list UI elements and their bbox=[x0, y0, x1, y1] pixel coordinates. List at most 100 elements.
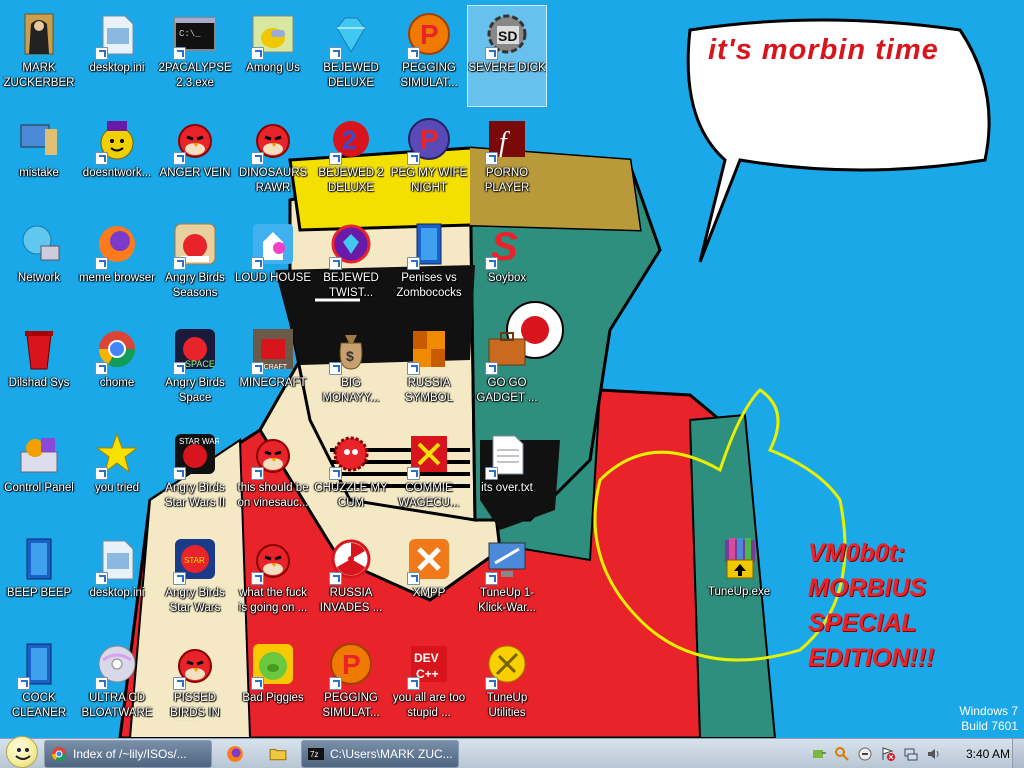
svg-text:7z: 7z bbox=[310, 750, 318, 759]
show-desktop-button[interactable] bbox=[1012, 739, 1024, 768]
shortcut-arrow-icon bbox=[485, 257, 498, 270]
desktop-icon[interactable]: BEJEWED TWIST... bbox=[312, 216, 390, 316]
shortcut-arrow-icon bbox=[95, 152, 108, 165]
windows-watermark: Windows 7 Build 7601 bbox=[959, 704, 1018, 734]
desktop-icon[interactable]: BEJEWED DELUXE bbox=[312, 6, 390, 106]
desktop-icon[interactable]: ECRAFT MINECRAFT bbox=[234, 321, 312, 421]
settings-file-icon bbox=[93, 10, 141, 60]
desktop-icon[interactable]: 2 BEJEWED 2 DELUXE bbox=[312, 111, 390, 211]
network-icon[interactable] bbox=[903, 746, 919, 762]
firefox-icon bbox=[227, 745, 243, 762]
desktop-icon[interactable]: mistake bbox=[0, 111, 78, 211]
desktop-icon[interactable]: chome bbox=[78, 321, 156, 421]
shortcut-arrow-icon bbox=[173, 362, 186, 375]
desktop-icon[interactable]: this should be on vinesauc... bbox=[234, 426, 312, 526]
icon-label: TuneUp.exe bbox=[707, 586, 771, 598]
desktop-icon[interactable]: Dilshad Sys bbox=[0, 321, 78, 421]
icon-label: TuneUp 1-Klick-War... bbox=[478, 587, 536, 614]
desktop-icon[interactable]: GO GO GADGET ... bbox=[468, 321, 546, 421]
desktop-icon[interactable]: TuneUp Utilities bbox=[468, 636, 546, 736]
icon-label: its over.txt bbox=[481, 482, 533, 494]
desktop-icon[interactable]: BEEP BEEP bbox=[0, 531, 78, 631]
search-icon[interactable] bbox=[834, 746, 850, 762]
shortcut-arrow-icon bbox=[407, 572, 420, 585]
clock[interactable]: 3:40 AM bbox=[966, 747, 1010, 761]
minecraft-bird-icon: ECRAFT bbox=[249, 325, 297, 375]
desktop-icon[interactable]: S Soybox bbox=[468, 216, 546, 316]
desktop-icon[interactable]: C:\_ 2PACALYPSE 2.3.exe bbox=[156, 6, 234, 106]
desktop-icon[interactable]: P PEGGING SIMULAT... bbox=[312, 636, 390, 736]
desktop-icon[interactable]: its over.txt bbox=[468, 426, 546, 526]
desktop-icon[interactable]: Control Panel bbox=[0, 426, 78, 526]
minus-circle-icon[interactable] bbox=[857, 746, 873, 762]
safely-remove-icon[interactable] bbox=[811, 746, 827, 762]
shortcut-arrow-icon bbox=[173, 467, 186, 480]
angry-birds-seasons-icon bbox=[171, 220, 219, 270]
desktop-icon[interactable]: STAR Angry Birds Star Wars bbox=[156, 531, 234, 631]
desktop-icon[interactable]: LOUD HOUSE bbox=[234, 216, 312, 316]
taskbar-explorer[interactable] bbox=[258, 740, 298, 768]
icon-label: Dilshad Sys bbox=[8, 377, 70, 389]
desktop-icon[interactable]: meme browser bbox=[78, 216, 156, 316]
taskbar-chrome-window[interactable]: Index of /~lily/ISOs/... bbox=[44, 739, 212, 768]
desktop-icon[interactable]: doesntwork... bbox=[78, 111, 156, 211]
chuzzle-icon bbox=[327, 430, 375, 480]
desktop-icon[interactable]: STAR WARS Angry Birds Star Wars II bbox=[156, 426, 234, 526]
desktop-icon[interactable]: MARK ZUCKERBERG bbox=[0, 6, 78, 106]
taskbar-firefox[interactable] bbox=[215, 740, 255, 768]
action-center-icon[interactable] bbox=[880, 746, 896, 762]
desktop-icon[interactable]: Among Us bbox=[234, 6, 312, 106]
desktop-icon[interactable]: SD SEVERE DICK bbox=[467, 5, 547, 107]
blue-book-icon bbox=[15, 640, 63, 690]
svg-text:C:\_: C:\_ bbox=[179, 29, 201, 39]
shortcut-arrow-icon bbox=[329, 362, 342, 375]
desktop-icon[interactable]: desktop.ini bbox=[78, 531, 156, 631]
shortcut-arrow-icon bbox=[407, 677, 420, 690]
desktop-icon[interactable]: CHUZZLE MY CUM bbox=[312, 426, 390, 526]
desktop-icon[interactable]: TuneUp 1-Klick-War... bbox=[468, 531, 546, 631]
desktop-icon[interactable]: XMPP bbox=[390, 531, 468, 631]
shortcut-arrow-icon bbox=[329, 572, 342, 585]
shortcut-arrow-icon bbox=[485, 467, 498, 480]
taskbar-7zip-window[interactable]: 7z C:\Users\MARK ZUC... bbox=[301, 739, 459, 768]
desktop-icon[interactable]: Network bbox=[0, 216, 78, 316]
shortcut-arrow-icon bbox=[407, 467, 420, 480]
icon-label: Control Panel bbox=[4, 482, 74, 494]
shortcut-arrow-icon bbox=[251, 467, 264, 480]
desktop-icon[interactable]: PISSED BIRDS IN VIDEO G... bbox=[156, 636, 234, 736]
shortcut-arrow-icon bbox=[485, 362, 498, 375]
flash-icon: f bbox=[483, 115, 531, 165]
desktop-icon[interactable]: P PEG MY WIFE NIGHT bbox=[390, 111, 468, 211]
desktop-icon[interactable]: Penises vs Zombococks bbox=[390, 216, 468, 316]
desktop-icon[interactable]: RUSSIA SYMBOL bbox=[390, 321, 468, 421]
desktop-icon[interactable]: f PORNO PLAYER bbox=[468, 111, 546, 211]
start-button[interactable] bbox=[0, 735, 44, 768]
svg-text:STAR WARS: STAR WARS bbox=[179, 437, 219, 446]
desktop-icon[interactable]: ANGER VEIN bbox=[156, 111, 234, 211]
icon-label: chome bbox=[99, 377, 135, 389]
peggle-icon: P bbox=[327, 640, 375, 690]
bejeweled-twist-icon bbox=[327, 220, 375, 270]
desktop-icon[interactable]: DEV C++ you all are too stupid ... bbox=[390, 636, 468, 736]
icon-label: COMMIE WAGECU... bbox=[398, 482, 460, 509]
desktop-icon[interactable]: P PEGGING SIMULAT... bbox=[390, 6, 468, 106]
shortcut-arrow-icon bbox=[251, 47, 264, 60]
desktop-icon[interactable]: ULTRA CD BLOATWARE bbox=[78, 636, 156, 736]
desktop-icon[interactable]: Bad Piggies bbox=[234, 636, 312, 736]
desktop-icon[interactable]: what the fuck is going on ... bbox=[234, 531, 312, 631]
desktop-icon[interactable]: DINOSAURS RAWR bbox=[234, 111, 312, 211]
desktop-icon[interactable]: $ BIG MONAYY... bbox=[312, 321, 390, 421]
desktop-icon[interactable]: desktop.ini bbox=[78, 6, 156, 106]
shortcut-arrow-icon bbox=[485, 47, 498, 60]
desktop-icon[interactable]: Angry Birds Seasons bbox=[156, 216, 234, 316]
desktop-icon[interactable]: SPACE Angry Birds Space bbox=[156, 321, 234, 421]
gear-sd-icon: SD bbox=[483, 10, 531, 60]
desktop-icon[interactable]: COCK CLEANER bbox=[0, 636, 78, 736]
desktop-icon[interactable]: COMMIE WAGECU... bbox=[390, 426, 468, 526]
desktop-icon-tuneup-exe[interactable]: TuneUp.exe bbox=[700, 530, 778, 630]
volume-icon[interactable] bbox=[926, 746, 942, 762]
desktop-icon[interactable]: you tried bbox=[78, 426, 156, 526]
icon-label: Among Us bbox=[246, 62, 300, 74]
desktop-icon[interactable]: RUSSIA INVADES ... bbox=[312, 531, 390, 631]
start-orb-icon bbox=[6, 735, 38, 768]
